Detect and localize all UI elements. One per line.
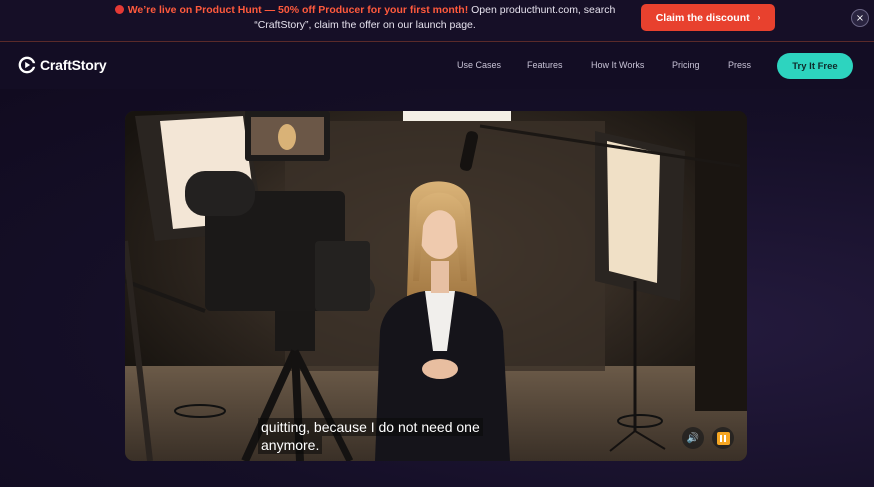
video-player[interactable]: [125, 111, 747, 461]
promo-banner: We’re live on Product Hunt — 50% off Pro…: [0, 0, 874, 42]
top-nav: CraftStory Use Cases Features How It Wor…: [0, 43, 874, 89]
mute-button[interactable]: 🔊: [682, 427, 704, 449]
pause-icon: [716, 431, 730, 445]
arrow-right-icon: ›: [757, 13, 761, 22]
nav-link-press[interactable]: Press: [728, 60, 751, 70]
promo-text: We’re live on Product Hunt — 50% off Pro…: [100, 3, 630, 33]
brand-logo[interactable]: CraftStory: [18, 56, 107, 74]
close-banner-button[interactable]: ×: [851, 9, 869, 27]
craftstory-logo-icon: [18, 56, 36, 74]
promo-highlight: We’re live on Product Hunt — 50% off Pro…: [127, 4, 469, 16]
caption-line-1: quitting, because I do not need one: [258, 418, 483, 436]
nav-link-features[interactable]: Features: [527, 60, 563, 70]
nav-link-use-cases[interactable]: Use Cases: [457, 60, 501, 70]
try-it-free-button[interactable]: Try It Free: [777, 53, 853, 79]
video-frame-illustration: [125, 111, 747, 461]
claim-discount-button[interactable]: Claim the discount ›: [641, 4, 775, 31]
video-caption: quitting, because I do not need one anym…: [258, 418, 483, 454]
caption-line-2: anymore.: [258, 436, 323, 454]
close-icon: ×: [855, 12, 865, 24]
nav-link-pricing[interactable]: Pricing: [672, 60, 700, 70]
claim-discount-label: Claim the discount: [655, 11, 750, 24]
pause-button[interactable]: [712, 427, 734, 449]
speaker-icon: 🔊: [686, 432, 700, 444]
nav-link-how-it-works[interactable]: How It Works: [591, 60, 644, 70]
brand-name: CraftStory: [40, 57, 107, 73]
live-dot-icon: [114, 5, 124, 14]
